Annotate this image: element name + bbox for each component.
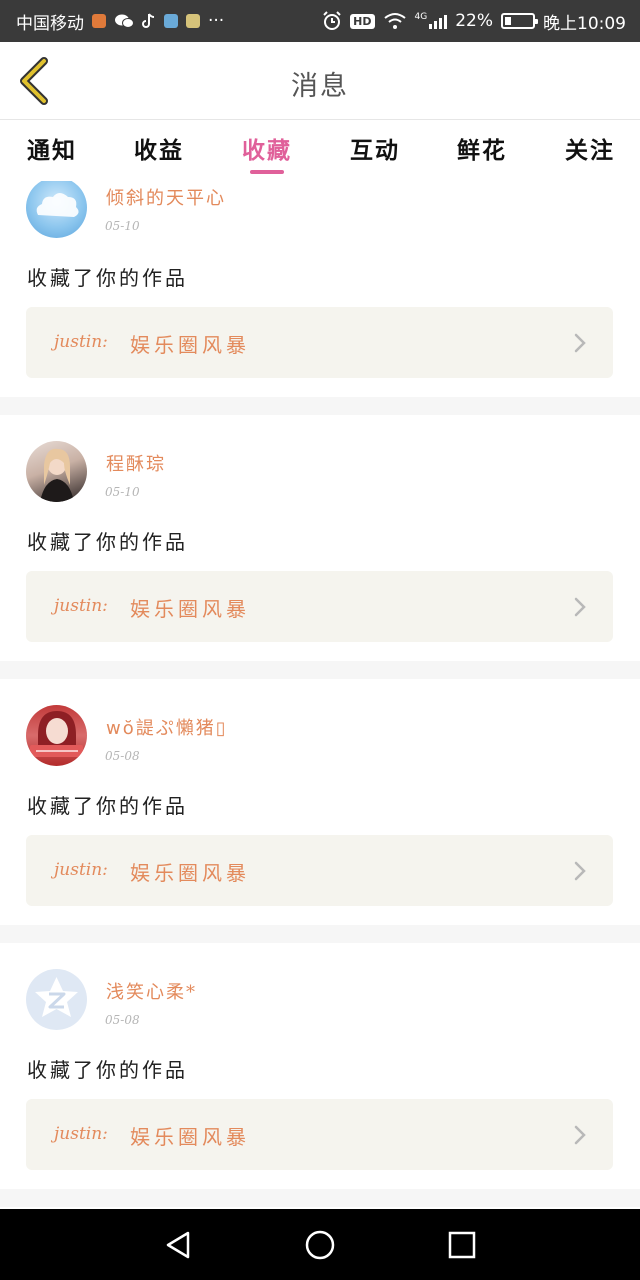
more-notifications: ··· (208, 11, 225, 31)
divider (0, 661, 640, 679)
default-avatar-icon (35, 977, 78, 1017)
action-text: 收藏了你的作品 (27, 1058, 188, 1082)
chevron-right-icon (574, 861, 586, 881)
square-recent-icon[interactable] (446, 1229, 478, 1261)
nav-bar: 消息 (0, 42, 640, 120)
cloud-icon (36, 193, 79, 217)
avatar[interactable] (26, 441, 87, 502)
list-item: 倾斜的天平心 05-10 收藏了你的作品 justin: 娱乐圈风暴 (0, 181, 640, 397)
app-notification-icon (164, 14, 178, 28)
tab-interactions[interactable]: 互动 (350, 131, 400, 165)
date: 05-08 (105, 749, 140, 763)
chevron-right-icon (574, 333, 586, 353)
avatar[interactable] (26, 181, 87, 238)
action-text: 收藏了你的作品 (27, 266, 188, 290)
person-photo-icon (40, 448, 74, 502)
tab-bar: 通知 收益 收藏 互动 鲜花 关注 (0, 121, 640, 181)
battery-percent: 22% (455, 11, 493, 31)
work-link[interactable]: justin: 娱乐圈风暴 (26, 835, 613, 906)
app-notification-icon (186, 14, 200, 28)
divider (0, 397, 640, 415)
username[interactable]: 程酥琮 (106, 450, 166, 476)
work-author: justin: (54, 860, 108, 880)
system-navigation-bar (0, 1209, 640, 1280)
tab-following[interactable]: 关注 (565, 131, 615, 165)
chevron-right-icon (574, 597, 586, 617)
network-type: 4G (414, 11, 428, 22)
alarm-icon (323, 11, 341, 30)
page-title: 消息 (291, 71, 349, 102)
list-item: 程酥琮 05-10 收藏了你的作品 justin: 娱乐圈风暴 (0, 415, 640, 661)
triangle-back-icon[interactable] (162, 1229, 194, 1261)
hd-badge: HD (350, 13, 375, 29)
avatar[interactable] (26, 705, 87, 766)
app-notification-icon (92, 14, 106, 28)
avatar[interactable] (26, 969, 87, 1030)
work-author: justin: (54, 332, 108, 352)
date: 05-10 (105, 219, 140, 233)
tab-favorites[interactable]: 收藏 (242, 131, 292, 165)
username[interactable]: wŏ諟ぷ懶猪▯ (106, 714, 228, 740)
work-link[interactable]: justin: 娱乐圈风暴 (26, 307, 613, 378)
status-right: HD 4G 22% 晚上10:09 (322, 9, 626, 34)
carrier-name: 中国移动 (16, 13, 84, 34)
tab-earnings[interactable]: 收益 (134, 131, 184, 165)
clock: 晚上10:09 (543, 13, 626, 34)
signal-icon (429, 13, 448, 29)
list-item: 浅笑心柔* 05-08 收藏了你的作品 justin: 娱乐圈风暴 (0, 943, 640, 1189)
circle-home-icon[interactable] (304, 1229, 336, 1261)
work-link[interactable]: justin: 娱乐圈风暴 (26, 571, 613, 642)
date: 05-10 (105, 485, 140, 499)
battery-level (505, 17, 511, 25)
tiktok-icon (142, 13, 155, 28)
wifi-icon (383, 13, 406, 29)
list-item: wŏ諟ぷ懶猪▯ 05-08 收藏了你的作品 justin: 娱乐圈风暴 (0, 679, 640, 925)
active-tab-indicator (250, 170, 284, 174)
work-author: justin: (54, 596, 108, 616)
wechat-icon (115, 14, 134, 28)
username[interactable]: 倾斜的天平心 (106, 184, 226, 210)
work-title: 娱乐圈风暴 (130, 597, 250, 621)
tab-notifications[interactable]: 通知 (27, 131, 77, 165)
divider (0, 1189, 640, 1207)
divider (0, 925, 640, 943)
action-text: 收藏了你的作品 (27, 530, 188, 554)
work-author: justin: (54, 1124, 108, 1144)
work-title: 娱乐圈风暴 (130, 1125, 250, 1149)
date: 05-08 (105, 1013, 140, 1027)
status-left: 中国移动 ··· (16, 9, 224, 34)
work-title: 娱乐圈风暴 (130, 333, 250, 357)
work-title: 娱乐圈风暴 (130, 861, 250, 885)
battery-icon (501, 13, 538, 29)
action-text: 收藏了你的作品 (27, 794, 188, 818)
person-photo-icon (30, 711, 83, 757)
status-bar: 中国移动 ··· HD 4G 22% 晚上10:09 (0, 0, 640, 42)
work-link[interactable]: justin: 娱乐圈风暴 (26, 1099, 613, 1170)
username[interactable]: 浅笑心柔* (106, 978, 197, 1004)
tab-flowers[interactable]: 鲜花 (457, 131, 507, 165)
chevron-right-icon (574, 1125, 586, 1145)
notification-list[interactable]: 倾斜的天平心 05-10 收藏了你的作品 justin: 娱乐圈风暴 程酥琮 0… (0, 181, 640, 1209)
